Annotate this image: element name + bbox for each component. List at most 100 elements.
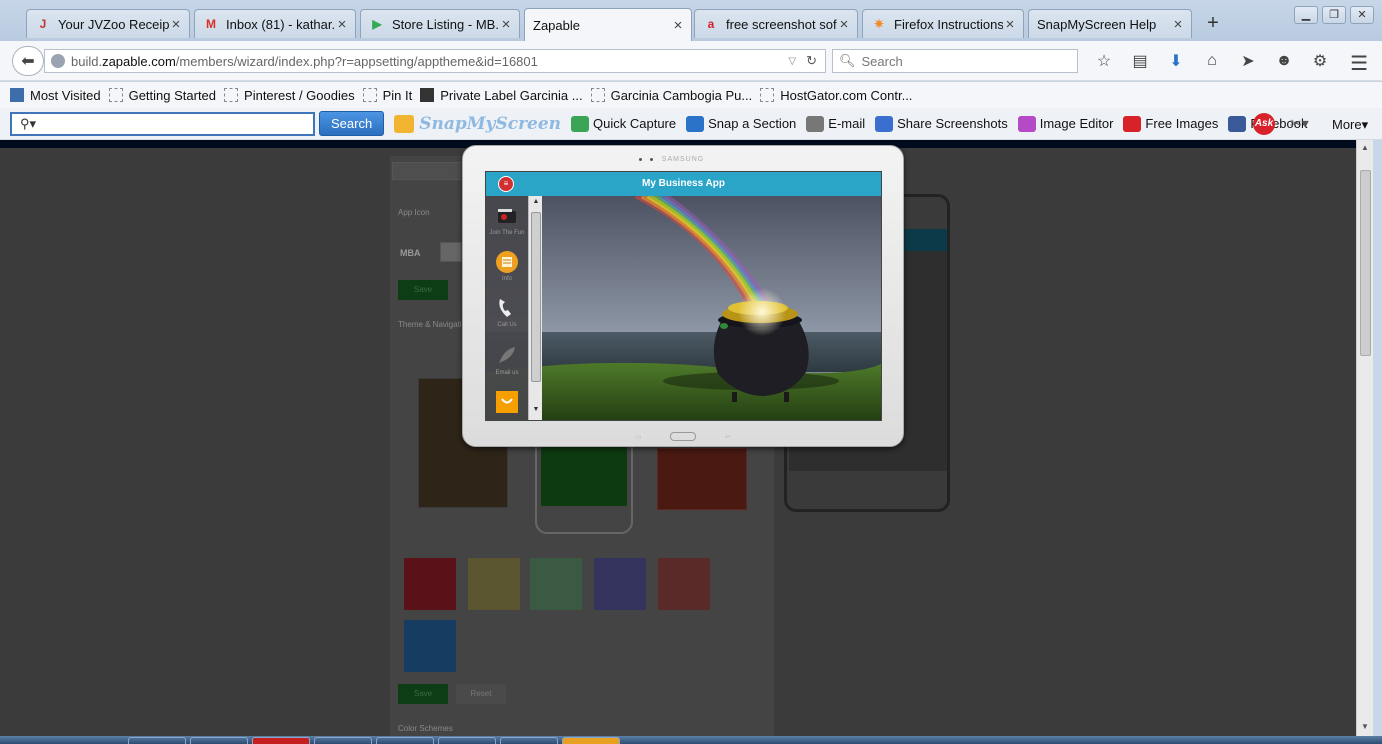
scrollbar-thumb[interactable]	[1360, 170, 1371, 356]
bookmark-item[interactable]: Pinterest / Goodies	[224, 88, 355, 103]
theme-tile[interactable]	[594, 558, 646, 610]
bookmark-star-icon[interactable]: ☆	[1086, 49, 1122, 73]
sidebar-item-shop[interactable]	[486, 390, 528, 414]
taskbar-item[interactable]	[500, 737, 558, 744]
chat-icon[interactable]: ☻	[1266, 49, 1302, 73]
taskbar-item[interactable]	[562, 737, 620, 744]
bookmark-icon	[108, 88, 123, 102]
sidebar-item-info[interactable]: Info	[486, 250, 528, 283]
save-theme-button[interactable]: Save	[398, 684, 448, 704]
search-placeholder: Search	[861, 53, 903, 69]
close-tab-icon[interactable]: ×	[837, 16, 851, 33]
ask-logo[interactable]: Ask	[1253, 113, 1275, 135]
tab[interactable]: M Inbox (81) - kathar... ×	[194, 9, 356, 38]
sidebar-item-email[interactable]: Email us	[486, 344, 528, 377]
close-tab-icon[interactable]: ×	[1171, 16, 1185, 33]
scroll-down-icon[interactable]: ▼	[1357, 722, 1373, 731]
close-window-button[interactable]: ✕	[1350, 6, 1374, 24]
url-dropdown-icon[interactable]: ▽	[788, 56, 796, 67]
share-screenshots-button[interactable]: Share Screenshots	[875, 115, 1008, 132]
tab[interactable]: ▶ Store Listing - MB... ×	[360, 9, 520, 38]
email-button[interactable]: E-mail	[806, 115, 865, 132]
tab[interactable]: J Your JVZoo Receip... ×	[26, 9, 190, 38]
theme-tile[interactable]	[404, 620, 456, 672]
close-tab-icon[interactable]: ×	[169, 16, 183, 33]
home-icon[interactable]: ⌂	[1194, 49, 1230, 73]
hamburger-menu-icon[interactable]: ☰	[1350, 51, 1368, 76]
free-images-button[interactable]: Free Images	[1123, 115, 1218, 132]
theme-tile[interactable]	[530, 558, 582, 610]
bookmark-label: Getting Started	[128, 87, 217, 103]
back-button[interactable]: ⬅	[12, 46, 44, 76]
search-input[interactable]: 🔍︎ Search	[832, 49, 1078, 73]
close-tab-icon[interactable]: ×	[335, 16, 349, 33]
restore-button[interactable]: ❐	[1322, 6, 1346, 24]
bookmark-icon	[362, 88, 377, 102]
close-tab-icon[interactable]: ×	[499, 16, 513, 33]
save-button[interactable]: Save	[398, 280, 448, 300]
tab[interactable]: a free screenshot sof... ×	[694, 9, 858, 38]
addon-icon[interactable]: ⚙	[1302, 49, 1338, 73]
scroll-down-icon[interactable]: ▼	[529, 406, 543, 413]
bookmark-item[interactable]: Pin It	[362, 88, 412, 103]
theme-tile[interactable]	[658, 558, 710, 610]
reset-button[interactable]: Reset	[456, 684, 506, 704]
tab[interactable]: SnapMyScreen Help ×	[1028, 9, 1192, 38]
quick-capture-label: Quick Capture	[593, 116, 677, 131]
bookmarks-library-icon[interactable]: ▤	[1122, 49, 1158, 73]
url-bar[interactable]: build.zapable.com/members/wizard/index.p…	[44, 49, 826, 73]
nav-icons: ☆ ▤ ⬇ ⌂ ➤ ☻ ⚙	[1086, 49, 1338, 73]
app-icon-thumbnail	[440, 242, 462, 262]
app-screen: ≡ My Business App Join The Fun Info Call…	[485, 171, 882, 421]
more-button[interactable]: More▾	[1332, 117, 1368, 133]
tab[interactable]: Zapable ×	[524, 8, 692, 41]
quick-capture-button[interactable]: Quick Capture	[571, 115, 677, 132]
sidebar-item-call[interactable]: Call Us	[486, 296, 528, 329]
bookmark-item[interactable]: HostGator.com Contr...	[760, 88, 912, 103]
image-editor-button[interactable]: Image Editor	[1017, 115, 1113, 132]
bookmark-item[interactable]: Most Visited	[10, 88, 101, 103]
bookmark-label: HostGator.com Contr...	[780, 87, 913, 103]
close-tab-icon[interactable]: ×	[671, 17, 685, 34]
taskbar-item[interactable]	[376, 737, 434, 744]
phone-theme-preview[interactable]	[535, 442, 633, 534]
theme-tile[interactable]	[468, 558, 520, 610]
bookmark-item[interactable]: Garcinia Cambogia Pu...	[590, 88, 752, 103]
document-icon	[495, 250, 519, 274]
close-tab-icon[interactable]: ×	[1003, 16, 1017, 33]
taskbar-item[interactable]	[438, 737, 496, 744]
sidebar-scrollbar[interactable]: ▲ ▼	[528, 196, 542, 420]
taskbar-item[interactable]	[128, 737, 186, 744]
send-icon[interactable]: ➤	[1230, 49, 1266, 73]
ask-search-input[interactable]: ⚲▾	[10, 111, 315, 136]
bookmark-icon	[760, 88, 775, 102]
tab[interactable]: ✷ Firefox Instructions ×	[862, 9, 1024, 38]
red-theme-preview[interactable]	[657, 448, 747, 510]
ask-icon: a	[707, 17, 715, 31]
sidebar-item-join[interactable]: Join The Fun	[486, 204, 528, 237]
new-tab-button[interactable]: +	[1200, 12, 1226, 36]
share-screenshots-label: Share Screenshots	[897, 116, 1008, 131]
page-scrollbar[interactable]: ▲ ▼	[1356, 140, 1373, 736]
bookmark-item[interactable]: Getting Started	[108, 87, 217, 103]
tools-icon[interactable]: ✂▾	[1290, 115, 1309, 132]
site-identity-icon[interactable]	[51, 54, 65, 68]
ask-search-button[interactable]: Search	[319, 111, 385, 136]
feather-icon	[495, 344, 519, 368]
snap-section-button[interactable]: Snap a Section	[686, 115, 796, 132]
downloads-icon[interactable]: ⬇	[1158, 49, 1194, 73]
reload-icon[interactable]: ↻	[806, 53, 817, 69]
scroll-up-icon[interactable]: ▲	[1357, 143, 1373, 152]
theme-tile[interactable]	[404, 558, 456, 610]
taskbar-item[interactable]	[314, 737, 372, 744]
scroll-up-icon[interactable]: ▲	[529, 198, 543, 205]
app-menu-button[interactable]: ≡	[498, 176, 514, 192]
snapmyscreen-logo[interactable]: SnapMyScreen	[394, 114, 561, 134]
taskbar-item[interactable]	[190, 737, 248, 744]
scrollbar-thumb[interactable]	[531, 212, 541, 382]
url-text[interactable]: build.zapable.com/members/wizard/index.p…	[71, 54, 788, 69]
bookmark-item[interactable]: Private Label Garcinia ...	[420, 88, 583, 103]
taskbar-item[interactable]	[252, 737, 310, 744]
minimize-button[interactable]: ▁	[1294, 6, 1318, 24]
window-border	[1373, 140, 1382, 736]
